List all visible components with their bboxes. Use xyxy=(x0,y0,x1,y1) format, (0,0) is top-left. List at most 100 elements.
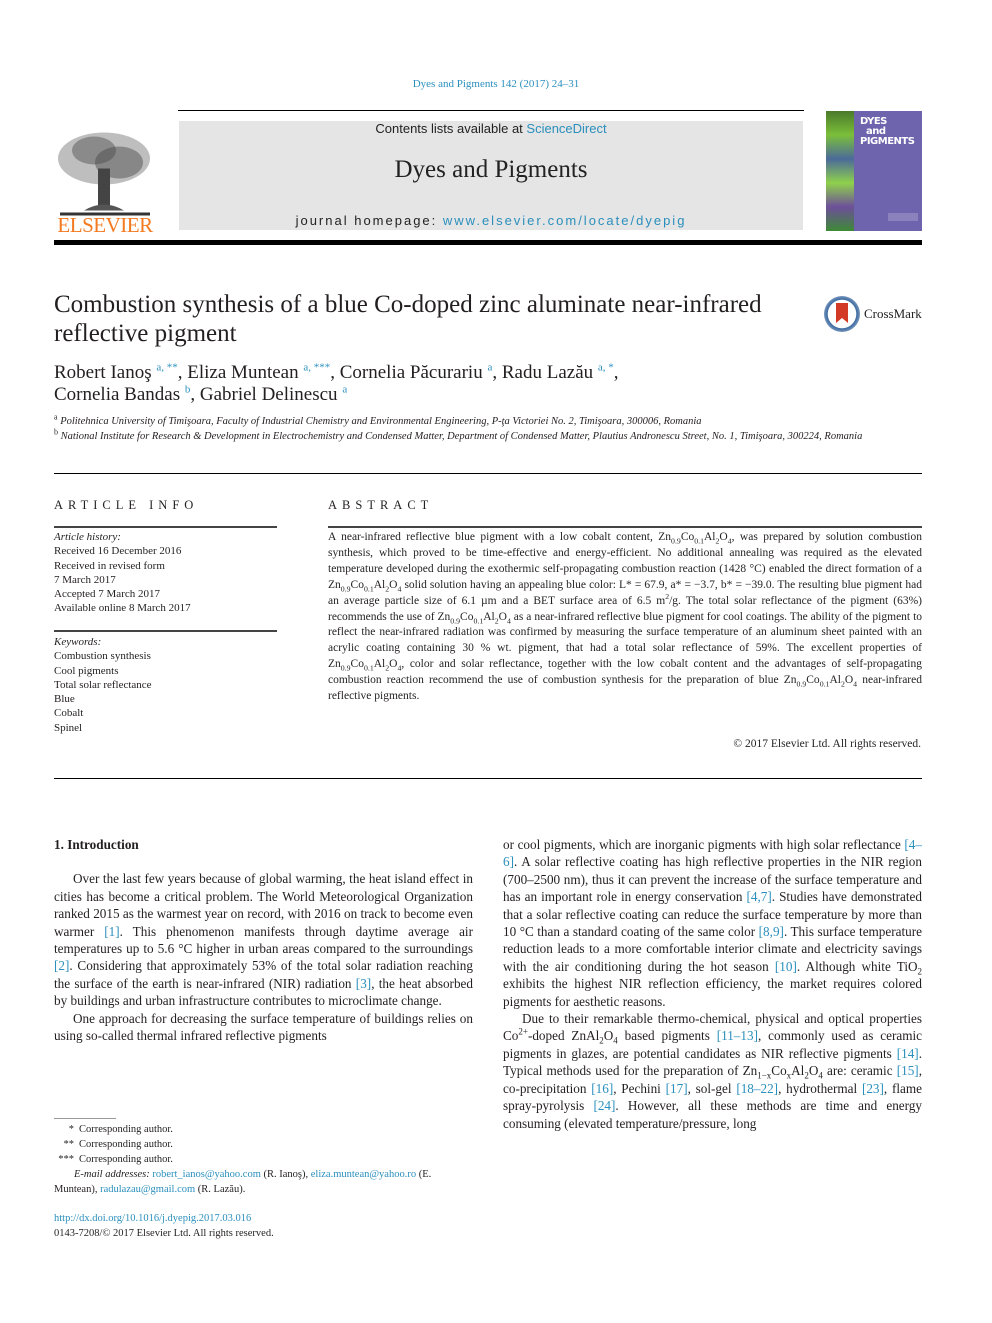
chemical-formula: Zn0.9Co0.1Al2O4 xyxy=(328,658,402,673)
email-addresses: E-mail addresses: robert_ianos@yahoo.com… xyxy=(54,1167,473,1197)
divider xyxy=(54,630,277,632)
footnote-marker: ** xyxy=(63,1139,75,1150)
article-title: Combustion synthesis of a blue Co-doped … xyxy=(54,291,762,347)
chemical-formula: Zn0.9Co0.1Al2O4 xyxy=(437,610,511,625)
email-owner: (R. Ianoş), xyxy=(260,1169,311,1180)
author[interactable]: Radu Lazău a, * xyxy=(502,362,614,383)
footnote-text: Corresponding author. xyxy=(79,1124,173,1135)
author-affiliation-marker[interactable]: a, ** xyxy=(156,362,177,374)
journal-cover-image[interactable]: DYES and PIGMENTS xyxy=(826,111,922,231)
citation-link[interactable]: [16] xyxy=(591,1081,613,1096)
divider xyxy=(54,473,922,474)
keyword-item: Spinel xyxy=(54,721,83,734)
affiliation-text: Politehnica University of Timişoara, Fac… xyxy=(57,416,702,427)
doi-block: http://dx.doi.org/10.1016/j.dyepig.2017.… xyxy=(54,1211,473,1241)
publisher-logo-text: ELSEVIER xyxy=(57,213,153,237)
affiliation: b National Institute for Research & Deve… xyxy=(54,428,922,444)
author-affiliation-marker[interactable]: a xyxy=(342,384,347,396)
author-name: Cornelia Păcurariu xyxy=(339,362,483,383)
article-history: Article history: Received 16 December 20… xyxy=(54,530,277,616)
citation-link[interactable]: [14] xyxy=(897,1046,919,1061)
author[interactable]: Robert Ianoş a, ** xyxy=(54,362,178,383)
citation-link[interactable]: [23] xyxy=(862,1081,884,1096)
contents-availability: Contents lists available at ScienceDirec… xyxy=(179,121,803,136)
citation-link[interactable]: [24] xyxy=(593,1098,615,1113)
cover-artwork xyxy=(826,111,854,231)
affiliation-text: National Institute for Research & Develo… xyxy=(58,431,863,442)
body-paragraph: Due to their remarkable thermo-chemical,… xyxy=(503,1011,922,1131)
citation-link[interactable]: [4–6] xyxy=(503,837,922,869)
citation-link[interactable]: [15] xyxy=(897,1063,919,1078)
keyword-item: Cobalt xyxy=(54,707,84,720)
citation-link[interactable]: [2] xyxy=(54,958,69,973)
journal-citation-link[interactable]: Dyes and Pigments 142 (2017) 24–31 xyxy=(0,78,992,90)
keyword-item: Total solar reflectance xyxy=(54,678,152,691)
journal-masthead: Contents lists available at ScienceDirec… xyxy=(179,121,803,230)
body-paragraph: or cool pigments, which are inorganic pi… xyxy=(503,837,922,1009)
header-rule xyxy=(178,110,804,111)
author-affiliation-marker[interactable]: a, *** xyxy=(303,362,330,374)
chemical-formula: Zn1−xCoxAl2O4 xyxy=(742,1063,823,1081)
author-affiliation-marker[interactable]: a xyxy=(487,362,492,374)
footnote-marker: *** xyxy=(58,1154,74,1165)
crossmark-button[interactable]: CrossMark xyxy=(824,296,924,336)
citation-link[interactable]: [8,9] xyxy=(759,924,784,939)
history-label: Article history: xyxy=(54,531,121,543)
keyword-list: Combustion synthesis Cool pigments Total s… xyxy=(54,649,277,735)
chemical-formula: m2/g xyxy=(656,591,679,607)
doi-link[interactable]: http://dx.doi.org/10.1016/j.dyepig.2017.… xyxy=(54,1211,473,1226)
footnote-text: Corresponding author. xyxy=(79,1154,173,1165)
affiliations: a Politehnica University of Timişoara, F… xyxy=(54,413,922,444)
history-item: Received 16 December 2016 xyxy=(54,545,182,558)
header-thick-rule xyxy=(54,240,922,245)
email-link[interactable]: eliza.muntean@yahoo.ro xyxy=(311,1169,416,1180)
citation-link[interactable]: [4,7] xyxy=(746,889,771,904)
body-column-left: 1. Introduction Over the last few years … xyxy=(54,836,473,1044)
author[interactable]: Eliza Muntean a, *** xyxy=(187,362,330,383)
sciencedirect-link[interactable]: ScienceDirect xyxy=(526,121,606,136)
divider xyxy=(54,778,922,779)
author[interactable]: Cornelia Păcurariu a xyxy=(340,362,493,383)
keyword-item: Blue xyxy=(54,693,75,706)
abstract-copyright: © 2017 Elsevier Ltd. All rights reserved… xyxy=(733,738,921,750)
contents-prefix: Contents lists available at xyxy=(375,121,527,136)
keywords: Keywords: Combustion synthesis Cool pigme… xyxy=(54,635,277,735)
history-item: Available online 8 March 2017 xyxy=(54,602,191,615)
history-item: Received in revised form xyxy=(54,559,165,572)
chemical-formula: ZnAl2O4 xyxy=(571,1028,618,1047)
crossmark-label: CrossMark xyxy=(864,306,922,321)
author-affiliation-marker[interactable]: a, * xyxy=(598,362,614,374)
citation-link[interactable]: [18–22] xyxy=(736,1081,778,1096)
author-affiliation-marker[interactable]: b xyxy=(185,384,191,396)
body-column-right: or cool pigments, which are inorganic pi… xyxy=(503,836,922,1132)
article-info-heading: ARTICLE INFO xyxy=(54,498,199,512)
journal-name: Dyes and Pigments xyxy=(394,156,588,183)
citation-link[interactable]: [3] xyxy=(356,976,371,991)
author-name: Cornelia Bandas xyxy=(54,384,181,405)
footnote-text: Corresponding author. xyxy=(79,1139,173,1150)
divider xyxy=(328,526,922,528)
citation-link[interactable]: [11–13] xyxy=(717,1028,758,1043)
homepage-label: journal homepage: xyxy=(295,213,443,228)
citation-link[interactable]: [10] xyxy=(775,959,797,974)
divider xyxy=(54,526,277,528)
footnote-corresponding: ** Corresponding author. xyxy=(54,1137,473,1152)
email-owner: (R. Lazău). xyxy=(195,1184,246,1195)
journal-homepage: journal homepage: www.elsevier.com/locat… xyxy=(179,213,803,228)
email-link[interactable]: radulazau@gmail.com xyxy=(100,1184,195,1195)
author-name: Radu Lazău xyxy=(501,362,594,383)
homepage-link[interactable]: www.elsevier.com/locate/dyepig xyxy=(443,213,687,228)
cover-publisher-mark xyxy=(888,213,918,221)
issn-copyright: 0143-7208/© 2017 Elsevier Ltd. All right… xyxy=(54,1228,274,1239)
citation-link[interactable]: [17] xyxy=(666,1081,688,1096)
author[interactable]: Cornelia Bandas b xyxy=(54,384,190,405)
keyword-item: Combustion synthesis xyxy=(54,650,151,663)
abstract-heading: ABSTRACT xyxy=(328,498,434,512)
chemical-formula: Co2+ xyxy=(503,1027,528,1044)
citation-link[interactable]: [1] xyxy=(104,924,119,939)
author[interactable]: Gabriel Delinescu a xyxy=(200,384,347,405)
keyword-item: Cool pigments xyxy=(54,664,119,677)
footnote-rule xyxy=(54,1118,116,1119)
email-link[interactable]: robert_ianos@yahoo.com xyxy=(152,1169,261,1180)
cover-title: DYES and PIGMENTS xyxy=(860,116,915,147)
